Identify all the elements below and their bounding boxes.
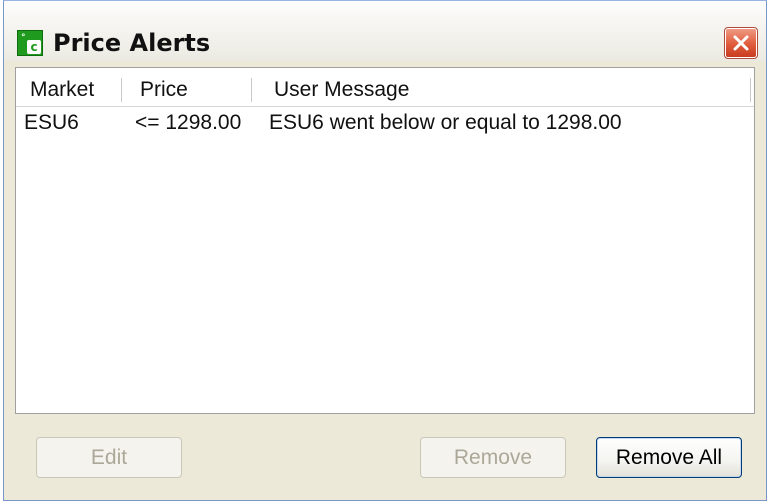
remove-button[interactable]: Remove [420, 437, 566, 478]
cell-user-message: ESU6 went below or equal to 1298.00 [269, 111, 622, 134]
app-logo-icon: ° c [17, 30, 43, 56]
edit-button[interactable]: Edit [36, 437, 182, 478]
close-icon [733, 35, 749, 51]
alert-row[interactable]: ESU6 <= 1298.00 ESU6 went below or equal… [16, 108, 754, 138]
cell-price: <= 1298.00 [135, 111, 242, 134]
alerts-list[interactable]: Market Price User Message ESU6 <= 1298.0… [15, 67, 755, 414]
column-divider[interactable] [750, 78, 751, 102]
column-header-price[interactable]: Price [140, 68, 188, 106]
price-alerts-window: ° c Price Alerts Market Price User Messa… [3, 0, 767, 501]
column-header-market[interactable]: Market [30, 68, 94, 106]
title-bar[interactable]: ° c Price Alerts [4, 1, 766, 61]
column-header-user-message[interactable]: User Message [274, 68, 409, 106]
column-divider[interactable] [251, 78, 252, 102]
column-divider[interactable] [121, 78, 122, 102]
window-title: Price Alerts [53, 29, 211, 57]
remove-all-button[interactable]: Remove All [596, 437, 742, 478]
list-header: Market Price User Message [16, 68, 754, 107]
cell-market: ESU6 [24, 111, 79, 134]
close-button[interactable] [724, 27, 758, 59]
